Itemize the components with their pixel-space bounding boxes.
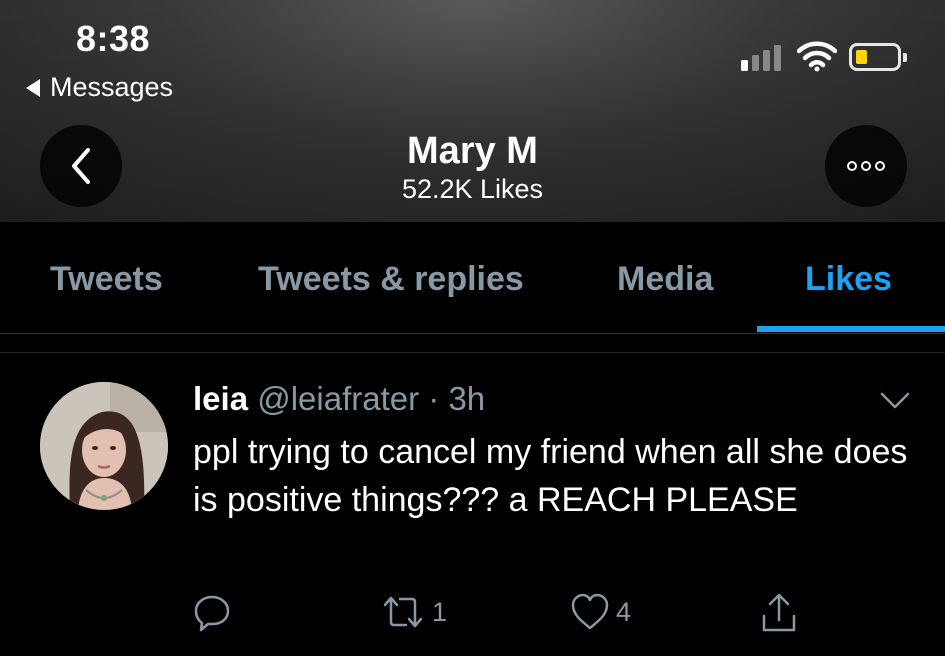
tab-tweets[interactable]: Tweets [50, 260, 163, 299]
tweet-author-name[interactable]: leia [193, 380, 248, 417]
share-icon [762, 593, 796, 632]
divider [0, 352, 945, 353]
battery-level [856, 50, 867, 64]
tab-tweets-and-replies[interactable]: Tweets & replies [258, 260, 524, 299]
like-icon [571, 593, 609, 630]
avatar[interactable] [40, 382, 168, 510]
status-time: 8:38 [76, 18, 151, 59]
tweet-author-handle[interactable]: @leiafrater [257, 380, 419, 417]
like-button[interactable]: 4 [570, 592, 631, 632]
chevron-down-icon[interactable] [878, 390, 912, 412]
profile-name: Mary M [407, 130, 538, 172]
reply-button[interactable] [192, 592, 238, 632]
tweet-meta-separator: · [428, 380, 440, 417]
avatar-image [40, 382, 168, 510]
back-to-messages-link[interactable]: Messages [26, 72, 173, 103]
more-options-icon [847, 161, 885, 171]
retweet-icon [383, 596, 423, 628]
tweet-actions: 1 4 [0, 592, 945, 636]
tab-likes[interactable]: Likes [805, 260, 892, 299]
profile-likes-count: 52.2K Likes [401, 174, 544, 204]
tab-media[interactable]: Media [617, 260, 713, 299]
retweet-button[interactable]: 1 [380, 592, 447, 632]
back-triangle-icon [26, 78, 40, 97]
tweet-timestamp[interactable]: 3h [448, 380, 485, 417]
share-button[interactable] [760, 592, 798, 634]
profile-header: 8:38 Messages Mary M 52.2K Likes [0, 0, 945, 222]
profile-tabs: Tweets Tweets & replies Media Likes [0, 222, 945, 334]
back-app-label: Messages [50, 72, 174, 102]
tweet-text: ppl trying to cancel my friend when all … [193, 433, 908, 519]
active-tab-indicator [757, 326, 945, 332]
battery-icon [849, 43, 907, 71]
retweet-count: 1 [432, 596, 448, 627]
like-count: 4 [616, 596, 632, 627]
tweet-header: leia @leiafrater · 3h [193, 380, 485, 418]
more-options-button[interactable] [825, 125, 907, 207]
cellular-signal-icon [741, 45, 781, 71]
reply-icon [194, 595, 230, 632]
wifi-icon [797, 41, 837, 72]
